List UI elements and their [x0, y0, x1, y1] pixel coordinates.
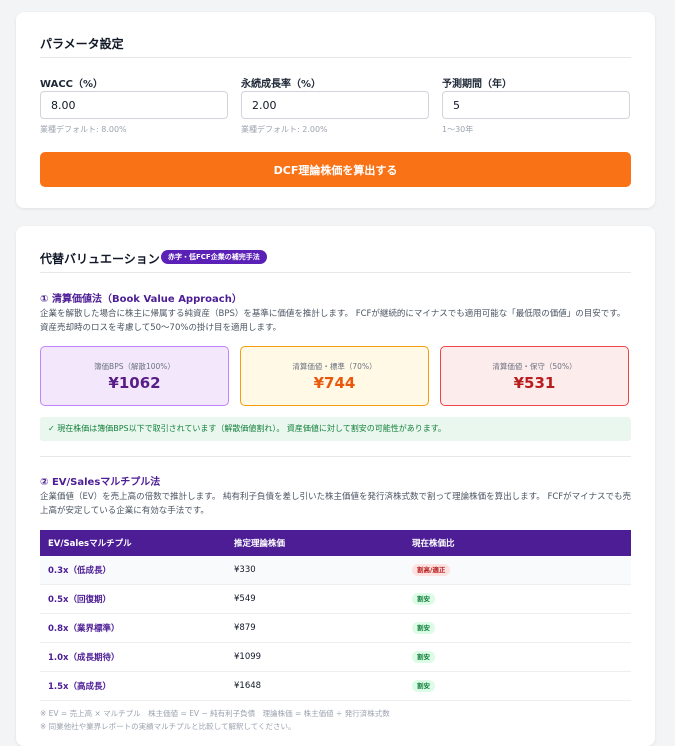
- wacc-input[interactable]: [40, 91, 228, 119]
- table-row: 1.5x（高成長） ¥1648 割安: [40, 671, 631, 701]
- wacc-label: WACC（%）: [40, 79, 104, 90]
- ev-sales-description: 企業価値（EV）を売上高の倍数で推計します。 純有利子負債を差し引いた株主価値を…: [40, 492, 632, 516]
- multiple-cell: 0.5x（回復期）: [40, 584, 226, 614]
- table-row: 0.5x（回復期） ¥549 割安: [40, 584, 631, 614]
- undervalued-notice: ✓ 現在株価は簿価BPS以下で取引されています（解散価値割れ）。 資産価値に対し…: [40, 417, 631, 441]
- column-header-multiple: EV/Salesマルチプル: [40, 530, 226, 556]
- forecast-period-label: 予測期間（年）: [442, 79, 512, 90]
- table-row: 0.8x（業界標準） ¥879 割安: [40, 613, 631, 643]
- alternative-valuation-card: 代替バリュエーション 赤字・低FCF企業の補完手法 ① 清算価値法（Book V…: [16, 226, 655, 746]
- calculate-dcf-button[interactable]: DCF理論株価を算出する: [40, 152, 631, 187]
- status-cell: 割安: [404, 671, 631, 701]
- column-header-price: 推定理論株価: [226, 530, 404, 556]
- footnote-comparison: ※ 同業他社や業界レポートの実績マルチプルと比較して解釈してください。: [40, 722, 296, 731]
- status-badge: 割安: [412, 651, 435, 663]
- status-badge: 割高/適正: [412, 564, 451, 576]
- growth-rate-hint: 業種デフォルト: 2.00%: [241, 125, 328, 134]
- price-cell: ¥1099: [226, 642, 404, 672]
- growth-rate-label: 永続成長率（%）: [241, 79, 322, 90]
- book-value-heading: ① 清算価値法（Book Value Approach）: [40, 294, 242, 305]
- forecast-period-hint: 1〜30年: [442, 125, 474, 134]
- liquidation-conservative-label: 清算価値・保守（50%）: [492, 362, 577, 371]
- book-value-description: 企業を解散した場合に株主に帰属する純資産（BPS）を基準に価値を推計します。 F…: [40, 309, 626, 333]
- multiple-cell: 1.5x（高成長）: [40, 671, 226, 701]
- status-badge: 割安: [412, 680, 435, 692]
- forecast-period-input[interactable]: [442, 91, 630, 119]
- status-cell: 割安: [404, 642, 631, 672]
- ev-sales-table: EV/Salesマルチプル 推定理論株価 現在株価比 0.3x（低成長） ¥33…: [40, 530, 631, 701]
- price-cell: ¥879: [226, 613, 404, 643]
- status-cell: 割安: [404, 584, 631, 614]
- price-cell: ¥549: [226, 584, 404, 614]
- footnote-formula: ※ EV = 売上高 × マルチプル 株主価値 = EV − 純有利子負債 理論…: [40, 709, 390, 718]
- status-badge: 割安: [412, 593, 435, 605]
- price-cell: ¥330: [226, 556, 404, 585]
- complement-method-badge: 赤字・低FCF企業の補完手法: [161, 250, 267, 264]
- divider: [40, 456, 631, 457]
- multiple-cell: 0.3x（低成長）: [40, 556, 226, 585]
- bps-value: ¥1062: [108, 374, 161, 392]
- status-cell: 割安: [404, 613, 631, 643]
- growth-rate-input[interactable]: [241, 91, 429, 119]
- ev-sales-heading: ② EV/Salesマルチプル法: [40, 477, 161, 488]
- liquidation-standard-value: ¥744: [313, 374, 356, 392]
- table-row: 1.0x（成長期待） ¥1099 割安: [40, 642, 631, 672]
- alternative-valuation-title: 代替バリュエーション: [40, 252, 160, 266]
- multiple-cell: 0.8x（業界標準）: [40, 613, 226, 643]
- bps-label: 簿価BPS（解散100%）: [94, 362, 175, 371]
- liquidation-conservative-box: 清算価値・保守（50%） ¥531: [440, 346, 629, 406]
- liquidation-standard-label: 清算価値・標準（70%）: [292, 362, 377, 371]
- table-row: 0.3x（低成長） ¥330 割高/適正: [40, 556, 631, 585]
- divider: [40, 57, 631, 58]
- status-cell: 割高/適正: [404, 556, 631, 585]
- multiple-cell: 1.0x（成長期待）: [40, 642, 226, 672]
- table-header-row: EV/Salesマルチプル 推定理論株価 現在株価比: [40, 530, 631, 556]
- liquidation-standard-box: 清算価値・標準（70%） ¥744: [240, 346, 429, 406]
- wacc-hint: 業種デフォルト: 8.00%: [40, 125, 127, 134]
- parameter-settings-card: パラメータ設定 WACC（%） 業種デフォルト: 8.00% 永続成長率（%） …: [16, 12, 655, 208]
- price-cell: ¥1648: [226, 671, 404, 701]
- divider: [40, 272, 631, 273]
- bps-value-box: 簿価BPS（解散100%） ¥1062: [40, 346, 229, 406]
- column-header-ratio: 現在株価比: [404, 530, 631, 556]
- parameter-settings-title: パラメータ設定: [40, 37, 124, 51]
- liquidation-conservative-value: ¥531: [513, 374, 556, 392]
- status-badge: 割安: [412, 622, 435, 634]
